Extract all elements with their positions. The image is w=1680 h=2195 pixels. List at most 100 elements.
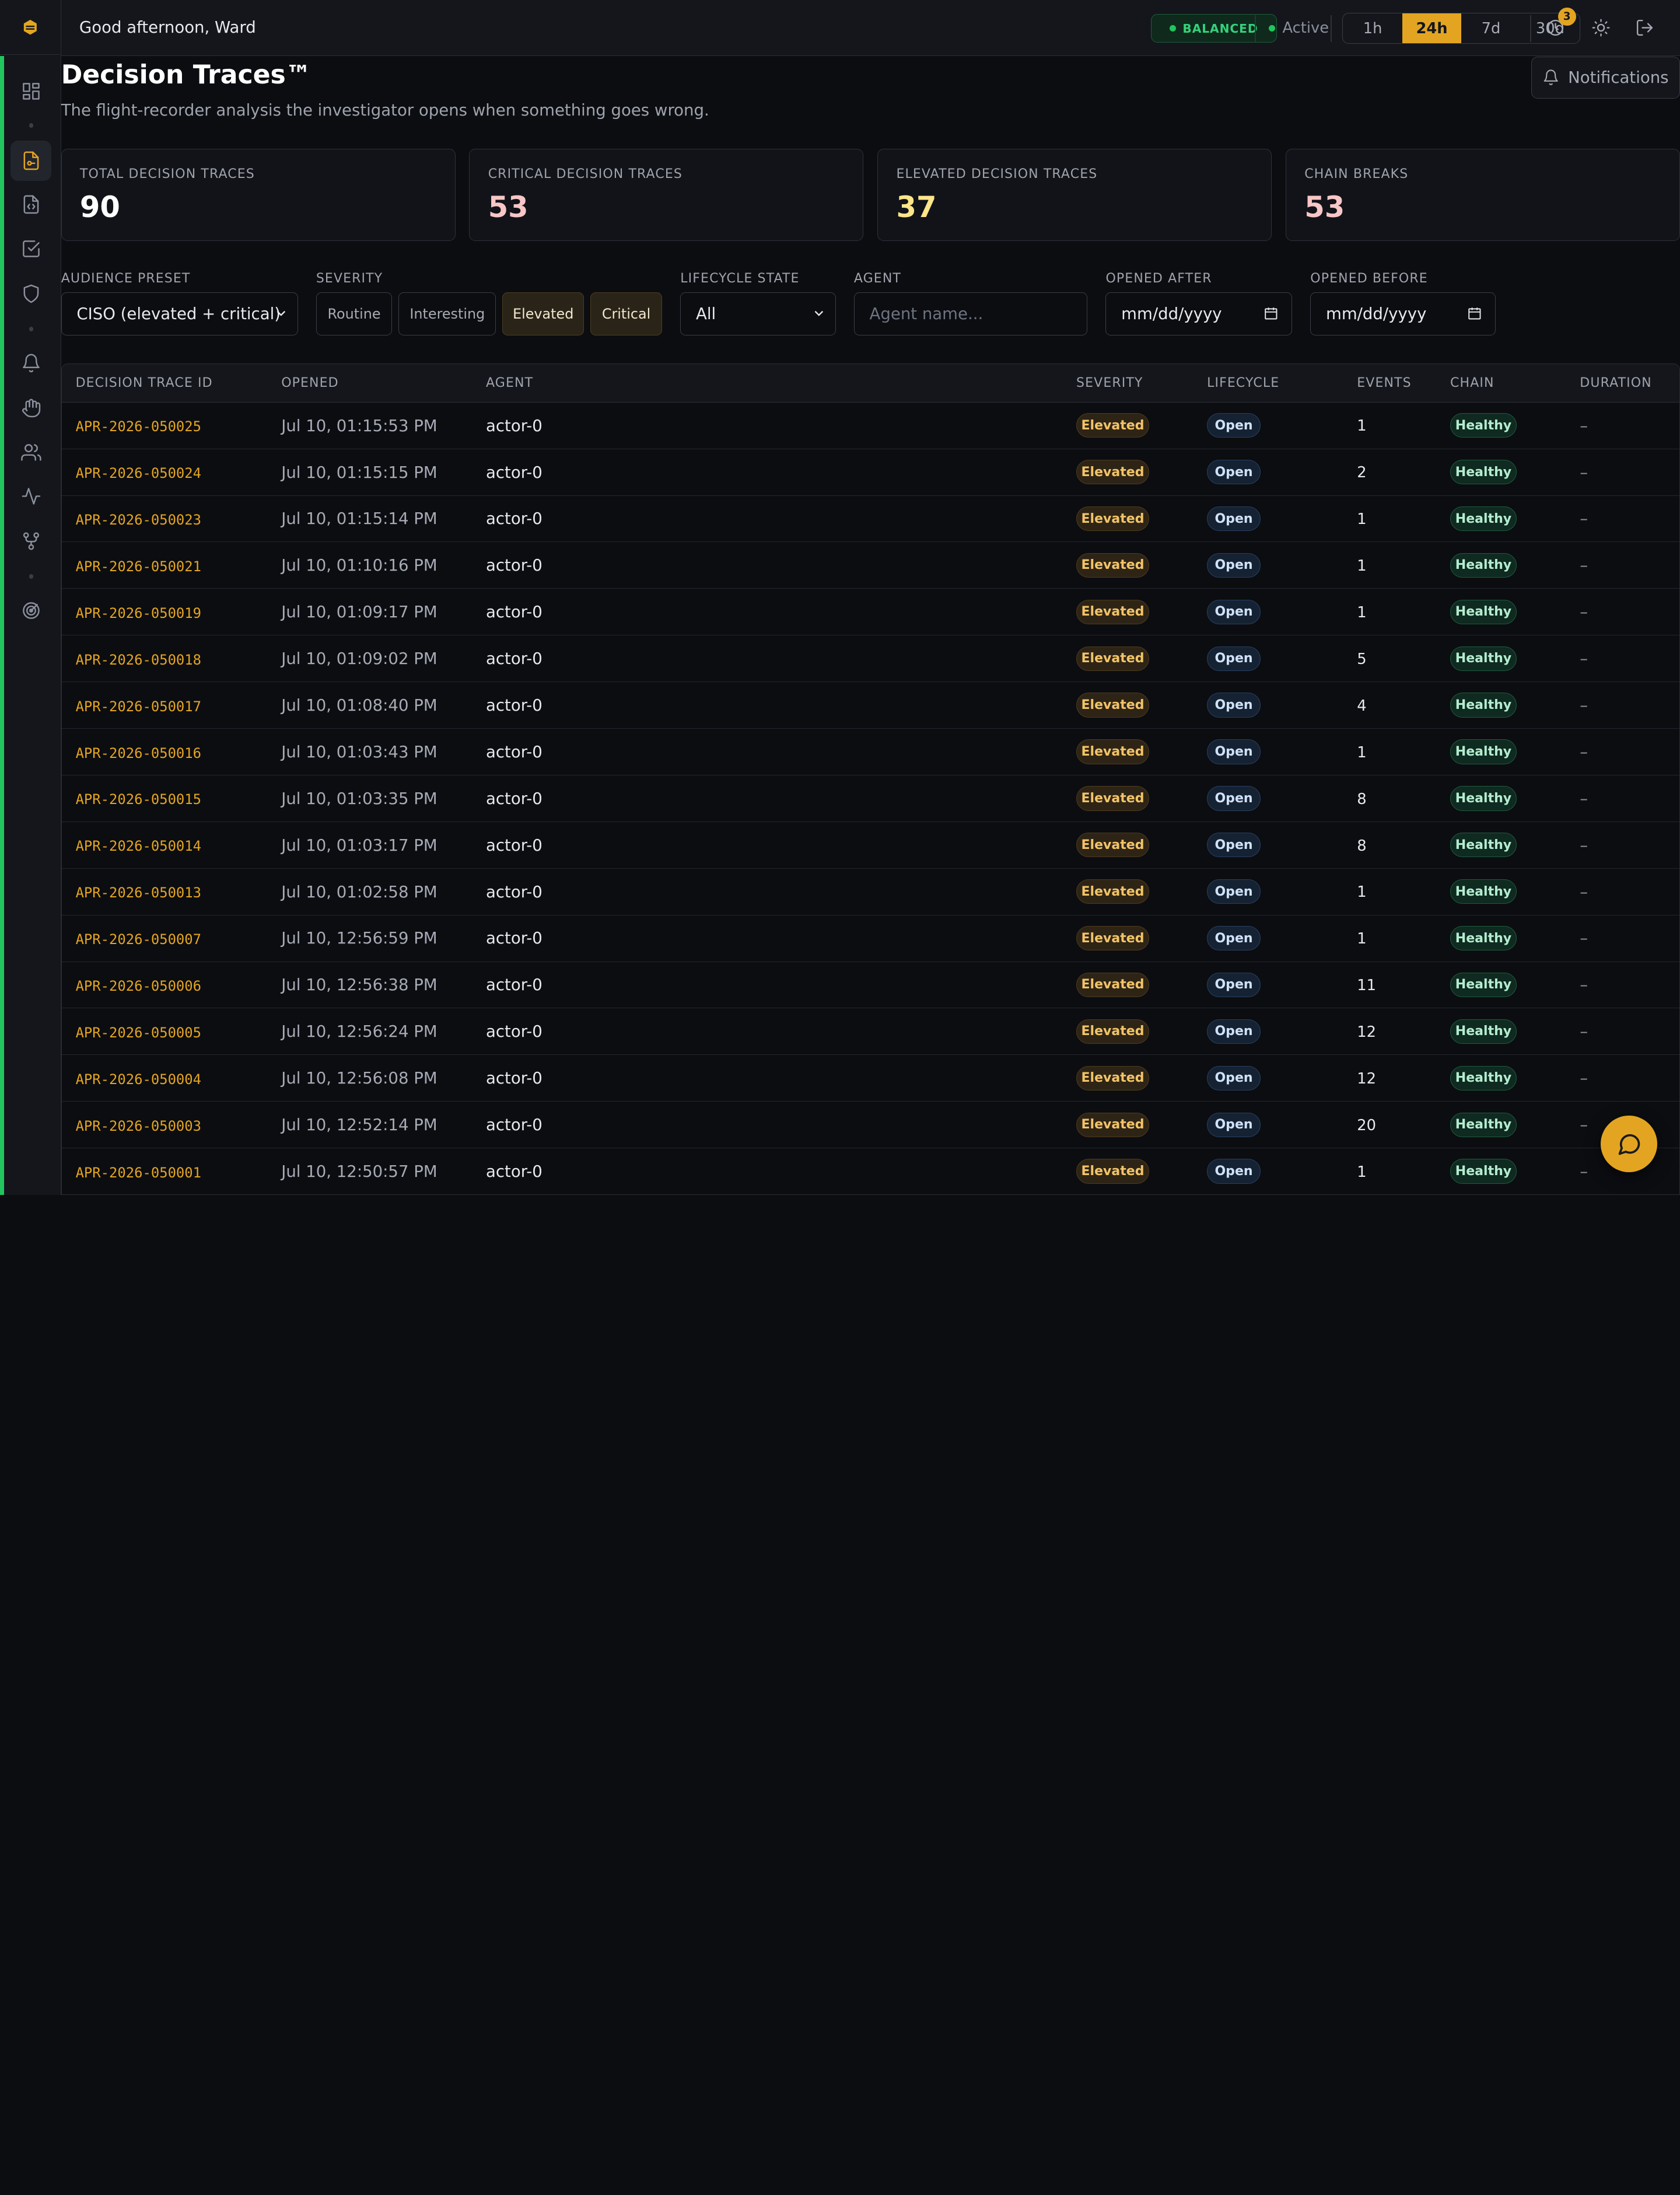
trace-id-link[interactable]: APR-2026-050018 (76, 652, 201, 668)
sidebar-item-decision-traces[interactable] (10, 140, 52, 181)
sidebar-item-radar[interactable] (10, 590, 51, 631)
table-row[interactable]: APR-2026-050003 Jul 10, 12:52:14 PM actor-… (61, 1102, 1679, 1149)
stat-card-chain-breaks: CHAIN BREAKS 53 (1286, 149, 1680, 242)
trace-id-link[interactable]: APR-2026-050005 (76, 1025, 201, 1041)
range-7d[interactable]: 7d (1461, 13, 1520, 43)
agent-cell: actor-0 (486, 836, 542, 855)
lifecycle-state-select[interactable]: All (680, 292, 836, 335)
trace-id-link[interactable]: APR-2026-050003 (76, 1118, 201, 1134)
calendar-icon[interactable] (1264, 306, 1279, 321)
table-row[interactable]: APR-2026-050019 Jul 10, 01:09:17 PM actor-… (61, 589, 1679, 636)
sidebar (0, 0, 61, 1195)
audience-preset-select[interactable]: CISO (elevated + critical) (61, 292, 298, 335)
trace-id-link[interactable]: APR-2026-050025 (76, 418, 201, 435)
severity-chip-interesting[interactable]: Interesting (398, 292, 496, 335)
severity-badge: Elevated (1076, 460, 1149, 485)
severity-chip-routine[interactable]: Routine (316, 292, 393, 335)
workflow-icon (23, 532, 39, 550)
column-header-opened[interactable]: OPENED (281, 376, 339, 390)
opened-after-date-input[interactable]: mm/dd/yyyy (1105, 292, 1293, 335)
column-header-chain[interactable]: CHAIN (1450, 376, 1494, 390)
theme-toggle-button[interactable] (1588, 15, 1614, 41)
severity-chip-elevated[interactable]: Elevated (502, 292, 584, 335)
column-header-events[interactable]: EVENTS (1357, 376, 1411, 390)
table-row[interactable]: APR-2026-050006 Jul 10, 12:56:38 PM actor-… (61, 962, 1679, 1009)
agent-cell: actor-0 (486, 1116, 542, 1135)
sidebar-item-alerts[interactable] (10, 343, 51, 384)
table-row[interactable]: APR-2026-050023 Jul 10, 01:15:14 PM actor-… (61, 496, 1679, 543)
sidebar-item-dashboard[interactable] (10, 71, 51, 111)
column-header-severity[interactable]: SEVERITY (1076, 376, 1143, 390)
severity-chip-critical[interactable]: Critical (590, 292, 663, 335)
table-row[interactable]: APR-2026-050021 Jul 10, 01:10:16 PM actor-… (61, 542, 1679, 589)
hand-icon (22, 399, 41, 418)
table-row[interactable]: APR-2026-050014 Jul 10, 01:03:17 PM actor-… (61, 822, 1679, 869)
column-header-agent[interactable]: AGENT (486, 376, 533, 390)
sidebar-item-security[interactable] (10, 273, 51, 314)
table-row[interactable]: APR-2026-050016 Jul 10, 01:03:43 PM actor-… (61, 729, 1679, 775)
trace-id-link[interactable]: APR-2026-050001 (76, 1165, 201, 1181)
trace-id-link[interactable]: APR-2026-050019 (76, 605, 201, 621)
trace-id-link[interactable]: APR-2026-050004 (76, 1071, 201, 1088)
table-row[interactable]: APR-2026-050001 Jul 10, 12:50:57 PM actor-… (62, 1148, 1679, 1194)
sidebar-item-interventions[interactable] (10, 388, 51, 429)
notifications-button-label: Notifications (1568, 68, 1669, 88)
opened-before-date-input[interactable]: mm/dd/yyyy (1310, 292, 1496, 335)
table-row[interactable]: APR-2026-050015 Jul 10, 01:03:35 PM actor-… (61, 775, 1679, 822)
app-logo[interactable] (0, 0, 60, 55)
severity-label: SEVERITY (316, 271, 383, 286)
column-header-id[interactable]: DECISION TRACE ID (76, 376, 213, 390)
table-row[interactable]: APR-2026-050005 Jul 10, 12:56:24 PM actor-… (61, 1008, 1679, 1055)
trace-id-link[interactable]: APR-2026-050006 (76, 978, 201, 994)
chain-badge: Healthy (1450, 693, 1517, 718)
chat-button[interactable] (1601, 1116, 1658, 1173)
table-row[interactable]: APR-2026-050017 Jul 10, 01:08:40 PM actor-… (61, 682, 1679, 729)
chain-badge: Healthy (1450, 786, 1517, 811)
logout-button[interactable] (1632, 15, 1657, 41)
trace-id-link[interactable]: APR-2026-050017 (76, 698, 201, 715)
duration-cell: – (1580, 929, 1588, 948)
sidebar-item-tasks[interactable] (10, 228, 51, 269)
range-1h[interactable]: 1h (1343, 13, 1402, 43)
calendar-icon[interactable] (1467, 306, 1482, 321)
table-row[interactable]: APR-2026-050024 Jul 10, 01:15:15 PM actor-… (61, 449, 1679, 496)
trace-id-link[interactable]: APR-2026-050013 (76, 885, 201, 901)
duration-cell: – (1580, 649, 1588, 669)
sidebar-item-workflows[interactable] (10, 521, 51, 562)
table-row[interactable]: APR-2026-050018 Jul 10, 01:09:02 PM actor-… (61, 635, 1679, 683)
notifications-button[interactable]: Notifications (1531, 57, 1680, 99)
events-cell: 5 (1357, 650, 1367, 668)
trace-id-link[interactable]: APR-2026-050024 (76, 465, 201, 481)
sidebar-item-activity[interactable] (10, 476, 51, 516)
events-cell: 1 (1357, 557, 1367, 575)
sidebar-item-users[interactable] (10, 432, 51, 473)
column-header-lifecycle[interactable]: LIFECYCLE (1207, 376, 1279, 390)
trace-id-link[interactable]: APR-2026-050023 (76, 512, 201, 528)
status-dot (1170, 25, 1177, 32)
chain-badge: Healthy (1450, 879, 1517, 904)
table-row[interactable]: APR-2026-050007 Jul 10, 12:56:59 PM actor-… (61, 915, 1679, 962)
trace-id-link[interactable]: APR-2026-050016 (76, 745, 201, 761)
sidebar-item-code-files[interactable] (10, 184, 51, 225)
trace-id-link[interactable]: APR-2026-050014 (76, 838, 201, 854)
trace-id-link[interactable]: APR-2026-050021 (76, 558, 201, 575)
mode-badge[interactable]: BALANCED (1150, 13, 1278, 43)
table-row[interactable]: APR-2026-050025 Jul 10, 01:15:53 PM actor-… (61, 403, 1679, 449)
duration-cell: – (1580, 556, 1588, 575)
table-row[interactable]: APR-2026-050013 Jul 10, 01:02:58 PM actor-… (61, 869, 1679, 915)
activity-icon (22, 488, 41, 505)
lifecycle-badge: Open (1207, 879, 1261, 904)
agent-cell: actor-0 (486, 929, 542, 948)
table-row[interactable]: APR-2026-050004 Jul 10, 12:56:08 PM actor-… (61, 1055, 1679, 1102)
opened-cell: Jul 10, 01:03:35 PM (281, 789, 438, 808)
column-header-duration[interactable]: DURATION (1580, 376, 1651, 390)
lifecycle-badge: Open (1207, 599, 1261, 624)
opened-cell: Jul 10, 12:56:38 PM (281, 976, 438, 995)
status-indicator: Active (1268, 19, 1329, 37)
severity-badge: Elevated (1076, 553, 1149, 578)
duration-cell: – (1580, 696, 1588, 715)
range-24h[interactable]: 24h (1402, 13, 1462, 44)
trace-id-link[interactable]: APR-2026-050007 (76, 931, 201, 948)
trace-id-link[interactable]: APR-2026-050015 (76, 791, 201, 808)
agent-input[interactable]: Agent name... (853, 292, 1088, 335)
